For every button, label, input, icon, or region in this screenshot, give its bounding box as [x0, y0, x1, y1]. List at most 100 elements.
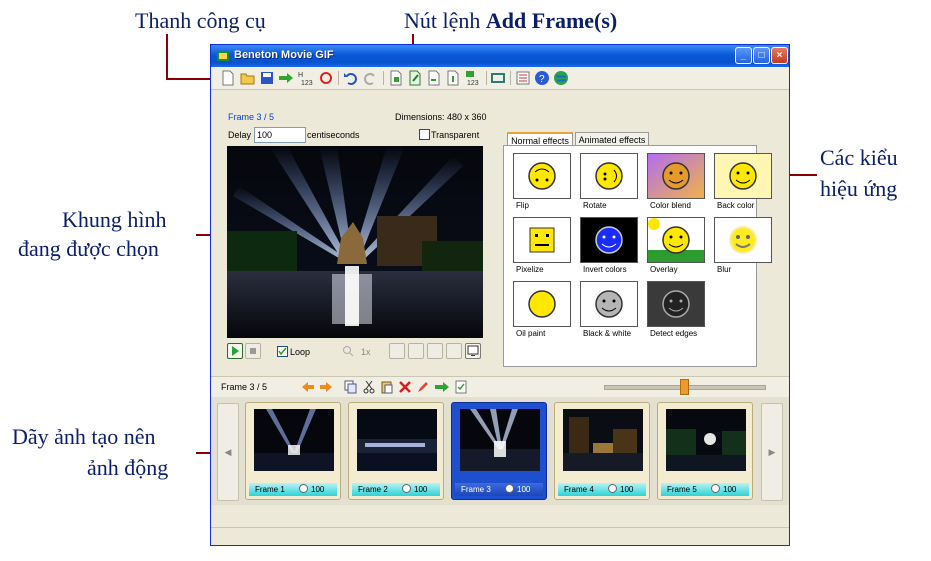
rotate-smiley-icon — [581, 154, 637, 198]
web-icon[interactable] — [553, 70, 569, 86]
properties-icon[interactable] — [515, 70, 531, 86]
effect-color-blend[interactable] — [647, 153, 705, 199]
effect-blur[interactable] — [714, 217, 772, 263]
frame-label: Frame 3 — [461, 485, 491, 494]
detect-edges-smiley-icon — [648, 282, 704, 326]
move-right-icon[interactable] — [319, 380, 333, 394]
leader-toolbar-v — [166, 34, 168, 80]
resize-icon[interactable] — [490, 70, 506, 86]
transparent-label: Transparent — [431, 130, 480, 140]
zoom-icon[interactable] — [342, 345, 354, 357]
effect-oil-paint[interactable] — [513, 281, 571, 327]
svg-text:?: ? — [539, 74, 545, 85]
goto-icon[interactable] — [434, 380, 450, 394]
monitor-icon — [467, 345, 479, 356]
fullscreen-button[interactable] — [465, 343, 481, 359]
save-icon[interactable] — [259, 70, 275, 86]
effect-detect-edges[interactable] — [647, 281, 705, 327]
annotation-sequence-line1: Dãy ảnh tạo nên — [12, 424, 156, 449]
pencil-icon[interactable] — [416, 380, 430, 394]
minimize-button[interactable]: _ — [735, 47, 752, 64]
frame-thumbnail-selected[interactable]: Frame 3 100 — [451, 402, 547, 500]
stop-icon — [250, 348, 256, 354]
strip-scroll-right[interactable]: ▶ — [761, 403, 783, 501]
frame-thumbnail[interactable]: Frame 1 100 — [245, 402, 341, 500]
loop-checkbox[interactable] — [277, 346, 288, 357]
frame-thumbnail[interactable]: Frame 4 100 — [554, 402, 650, 500]
zoom-level: 1x — [361, 347, 371, 357]
toolbar-separator — [510, 71, 511, 85]
frame-caption: Frame 3 100 — [455, 483, 543, 496]
svg-text:123: 123 — [467, 80, 479, 86]
move-left-icon[interactable] — [301, 380, 315, 394]
edit-frame-icon[interactable] — [407, 70, 423, 86]
blur-smiley-icon — [715, 218, 771, 262]
new-icon[interactable] — [220, 70, 236, 86]
black-white-smiley-icon — [581, 282, 637, 326]
back-color-smiley-icon — [715, 154, 771, 198]
frame-label: Frame 2 — [358, 485, 388, 494]
pan-button[interactable] — [446, 343, 462, 359]
annotation-effects-line2: hiệu ứng — [820, 176, 898, 201]
sequence-icon[interactable]: 123 — [463, 70, 483, 86]
effect-invert-colors[interactable] — [580, 217, 638, 263]
annotation-add-frame-bold: Add Frame(s) — [485, 8, 618, 33]
effect-label: Black & white — [583, 329, 632, 338]
copy-icon[interactable] — [344, 380, 358, 394]
strip-scroll-left[interactable]: ◀ — [217, 403, 239, 501]
pixelize-smiley-icon — [514, 218, 570, 262]
frame-delay: 100 — [620, 485, 634, 494]
effect-flip[interactable] — [513, 153, 571, 199]
effect-label: Oil paint — [516, 329, 546, 338]
effect-rotate[interactable] — [580, 153, 638, 199]
redo-icon[interactable] — [362, 70, 378, 86]
delete-icon[interactable] — [398, 380, 412, 394]
effect-black-white[interactable] — [580, 281, 638, 327]
frame-4-image — [563, 409, 643, 471]
tab-animated-effects[interactable]: Animated effects — [575, 132, 649, 146]
chevron-left-icon: ◀ — [224, 447, 232, 457]
title-bar[interactable]: Beneton Movie GIF _ □ × — [211, 45, 789, 67]
undo-icon[interactable] — [343, 70, 359, 86]
frame-thumbnail[interactable]: Frame 2 100 — [348, 402, 444, 500]
frame-strip: ◀ Frame 1 100 Frame 2 100 Frame 3 100 Frame… — [211, 397, 789, 505]
play-button[interactable] — [227, 343, 243, 359]
effect-overlay[interactable] — [647, 217, 705, 263]
delay-input[interactable] — [254, 127, 306, 143]
play-icon — [232, 346, 239, 356]
effect-label: Pixelize — [516, 265, 544, 274]
zoom-out-button[interactable] — [408, 343, 424, 359]
clock-icon — [608, 484, 617, 493]
import-icon[interactable] — [426, 70, 442, 86]
app-icon — [217, 51, 229, 61]
zoom-in-button[interactable] — [389, 343, 405, 359]
effect-label: Rotate — [583, 201, 607, 210]
export-icon[interactable] — [445, 70, 461, 86]
dimensions-label: Dimensions: 480 x 360 — [395, 112, 487, 122]
stop-button[interactable] — [245, 343, 261, 359]
frame-5-image — [666, 409, 746, 471]
help-icon[interactable]: ? — [534, 70, 550, 86]
maximize-button[interactable]: □ — [753, 47, 770, 64]
frame-slider-thumb[interactable] — [680, 379, 689, 395]
export-arrow-icon[interactable] — [278, 70, 294, 86]
open-icon[interactable] — [240, 70, 256, 86]
effect-pixelize[interactable] — [513, 217, 571, 263]
loop-label: Loop — [290, 347, 311, 357]
fit-button[interactable] — [427, 343, 443, 359]
paste-icon[interactable] — [380, 380, 394, 394]
close-button[interactable]: × — [771, 47, 788, 64]
annotation-selected-line1: Khung hình — [62, 207, 167, 232]
cut-icon[interactable] — [362, 380, 376, 394]
add-frame-icon[interactable] — [388, 70, 404, 86]
frame-caption: Frame 5 100 — [661, 483, 749, 496]
annotation-add-frame-prefix: Nút lệnh — [404, 8, 486, 33]
frame-thumbnail[interactable]: Frame 5 100 — [657, 402, 753, 500]
refresh-icon[interactable] — [318, 70, 334, 86]
renumber-icon[interactable]: H123 — [296, 70, 316, 86]
check-frame-icon[interactable] — [454, 380, 468, 394]
effect-back-color[interactable] — [714, 153, 772, 199]
status-bar — [211, 527, 789, 545]
chevron-right-icon: ▶ — [768, 447, 776, 457]
transparent-checkbox[interactable] — [419, 129, 430, 140]
